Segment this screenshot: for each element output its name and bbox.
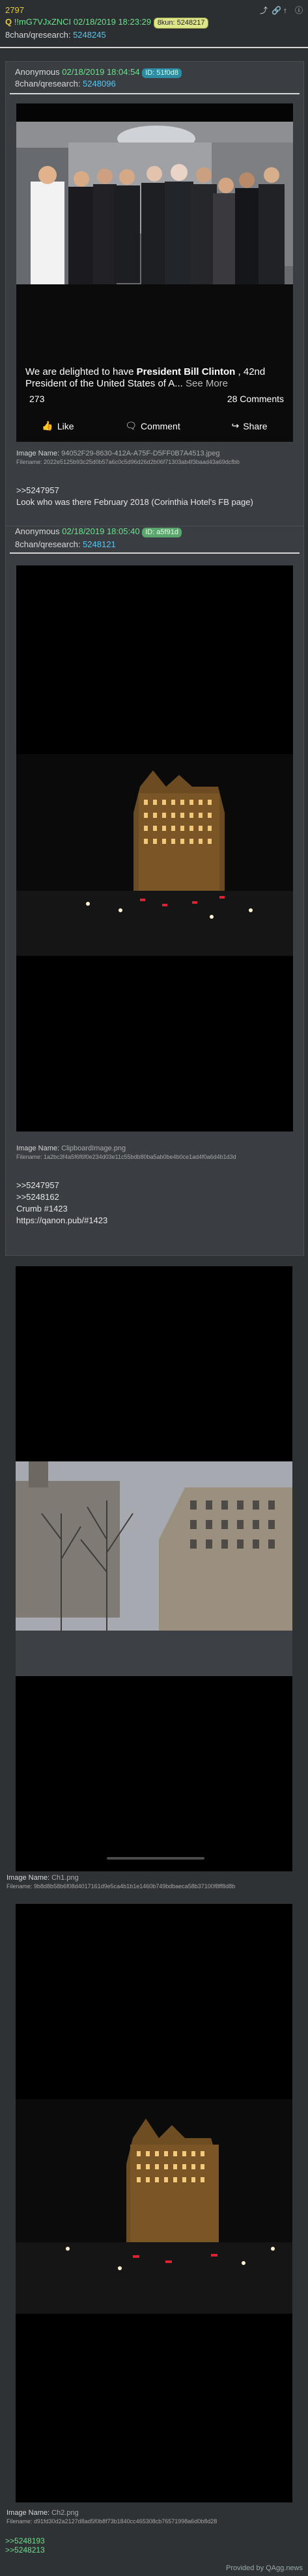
post-number-row: 2797: [5, 5, 24, 15]
fb-actions: 👍 Like 🗨 Comment ↪ Share: [16, 420, 293, 431]
reactions: 273: [25, 394, 44, 404]
image-name-value-2[interactable]: ClipboardImage.png: [61, 1145, 126, 1152]
street-daytime-photo[interactable]: [16, 1266, 292, 1871]
facebook-photo[interactable]: We are delighted to have President Bill …: [16, 103, 293, 442]
q-icon: Q: [5, 17, 12, 27]
comment-count: 28 Comments: [227, 394, 284, 404]
board-row: 8chan/qresearch: 5248245: [5, 30, 106, 40]
image-caption-4: Image Name: Ch2.png Filename: d91fd30d2a…: [7, 2509, 217, 2525]
post-meta-row: Q !!mG7VJxZNCI 02/18/2019 18:23:29 8kun:…: [5, 17, 209, 29]
share-icon[interactable]: ⤴: [260, 7, 268, 14]
fb-caption-bold: President Bill Clinton: [136, 366, 236, 377]
like-button[interactable]: 👍 Like: [42, 420, 74, 431]
share-arrow-icon: ↪: [231, 420, 240, 431]
image-name-value-3[interactable]: Ch1.png: [51, 1874, 79, 1882]
image-name-label-4: Image Name:: [7, 2509, 50, 2517]
like-label: Like: [57, 420, 74, 431]
quote-1-meta: Anonymous 02/18/2019 18:04:54 ID: 51f0d8: [15, 67, 182, 78]
post-date: 02/18/2019 18:23:29: [73, 17, 152, 27]
quote-2-date: 02/18/2019 18:05:40: [62, 526, 140, 536]
fb-caption: We are delighted to have President Bill …: [25, 366, 284, 390]
quote-divider: [10, 93, 300, 94]
quote-1-link[interactable]: 5248096: [83, 79, 116, 88]
body-line[interactable]: >>5247957: [16, 485, 253, 496]
filename-value-3[interactable]: 9b8d8b58b6f08d4017161d9e5ca4b1b1e1460b74…: [34, 1883, 235, 1890]
id-badge: 8kun: 5248217: [153, 18, 209, 29]
link-icon[interactable]: 🔗: [272, 7, 281, 14]
image-name-label-3: Image Name:: [7, 1874, 50, 1882]
hotel-night-scene-2: [16, 1904, 292, 2502]
post-viewer: 2797 Q !!mG7VJxZNCI 02/18/2019 18:23:29 …: [0, 0, 308, 2576]
image-name-value[interactable]: 94052F29-8630-412A-A75F-D5FF0B7A4513.jpe…: [61, 450, 219, 457]
footer-link[interactable]: >>5248193: [5, 2536, 303, 2545]
quote-2-body: >>5247957 >>5248162 Crumb #1423 https://…: [16, 1180, 107, 1227]
comment-button[interactable]: 🗨 Comment: [125, 420, 180, 431]
arrow-up-icon[interactable]: ↑: [283, 7, 291, 14]
hotel-night-photo-2[interactable]: [16, 1904, 292, 2502]
reaction-count: 273: [29, 394, 45, 404]
share-button[interactable]: ↪ Share: [232, 420, 268, 431]
fb-overlay: We are delighted to have President Bill …: [16, 103, 293, 442]
image-name-label-2: Image Name:: [16, 1145, 60, 1152]
body-line: Look who was there February 2018 (Corint…: [16, 497, 253, 507]
tripcode: !!mG7VJxZNCI: [14, 17, 72, 27]
powered-by: Provided by QAgg.news: [225, 2564, 303, 2572]
quote-1-body: >>5247957 Look who was there February 20…: [16, 485, 253, 508]
quote-1-board-label: 8chan/qresearch:: [15, 79, 81, 88]
comment-icon: 🗨: [125, 420, 137, 431]
body-line[interactable]: >>5247957: [16, 1180, 107, 1191]
filename-label: Filename:: [16, 459, 42, 465]
body-line[interactable]: https://qanon.pub/#1423: [16, 1215, 107, 1227]
see-more-link[interactable]: See More: [186, 378, 228, 389]
image-caption-3: Image Name: Ch1.png Filename: 9b8d8b58b6…: [7, 1874, 235, 1890]
filename-label-3: Filename:: [7, 1883, 33, 1890]
image-caption-2: Image Name: ClipboardImage.png Filename:…: [16, 1145, 236, 1160]
quote-divider-2: [10, 552, 300, 554]
street-day-scene: [16, 1266, 292, 1871]
header-icons: ⤴ 🔗 ↑ ⓘ: [260, 7, 303, 14]
poster-name: Anonymous: [15, 67, 60, 77]
quote-block-1: Anonymous 02/18/2019 18:04:54 ID: 51f0d8…: [5, 61, 304, 550]
quote-1-board: 8chan/qresearch: 5248096: [15, 79, 116, 88]
board-label: 8chan/qresearch:: [5, 30, 71, 40]
footer-link[interactable]: >>5248213: [5, 2545, 303, 2555]
quote-1-date: 02/18/2019 18:04:54: [62, 67, 140, 77]
share-label: Share: [243, 420, 268, 431]
hotel-night-photo[interactable]: [16, 565, 293, 1132]
filename-label-4: Filename:: [7, 2518, 33, 2525]
body-line[interactable]: >>5248162: [16, 1191, 107, 1203]
filename-label-2: Filename:: [16, 1154, 42, 1160]
fb-reactions-row: 273 28 Comments: [25, 394, 284, 404]
image-name-value-4[interactable]: Ch2.png: [51, 2509, 79, 2517]
info-icon[interactable]: ⓘ: [295, 7, 303, 14]
divider: [0, 47, 308, 48]
body-line: Crumb #1423: [16, 1204, 68, 1213]
quote-2-badge: ID: a5f91d: [142, 528, 182, 537]
post-number: 2797: [5, 5, 24, 15]
thumbs-up-icon: 👍: [42, 420, 53, 431]
footer-links: >>5248193 >>5248213: [5, 2536, 303, 2555]
quote-2-board-label: 8chan/qresearch:: [15, 539, 81, 549]
quote-block-2: Anonymous 02/18/2019 18:05:40 ID: a5f91d…: [5, 526, 304, 1256]
comment-label: Comment: [141, 420, 180, 431]
quote-2-board: 8chan/qresearch: 5248121: [15, 539, 116, 549]
filename-value[interactable]: 2022e5125b93c25d0b57a6c0c5d96d26d2b06f71…: [44, 459, 240, 465]
fb-caption-part1: We are delighted to have: [25, 366, 137, 377]
hotel-night-scene: [16, 565, 293, 1132]
post-link[interactable]: 5248245: [73, 30, 106, 40]
quote-1-badge: ID: 51f0d8: [142, 68, 182, 78]
quote-2-link[interactable]: 5248121: [83, 539, 116, 549]
image-name-label: Image Name:: [16, 450, 60, 457]
post-header: 2797 Q !!mG7VJxZNCI 02/18/2019 18:23:29 …: [0, 0, 308, 47]
quote-2-meta: Anonymous 02/18/2019 18:05:40 ID: a5f91d: [15, 526, 182, 537]
filename-value-4[interactable]: d91fd30d2a2127d8ad5f0b8f73b1840cc465308c…: [34, 2518, 217, 2525]
image-caption-1: Image Name: 94052F29-8630-412A-A75F-D5FF…: [16, 450, 240, 465]
filename-value-2[interactable]: 1a2bc3f4a5f6f6f0e234d03e11c55bdb80ba5ab0…: [44, 1154, 236, 1160]
poster-name-2: Anonymous: [15, 526, 60, 536]
